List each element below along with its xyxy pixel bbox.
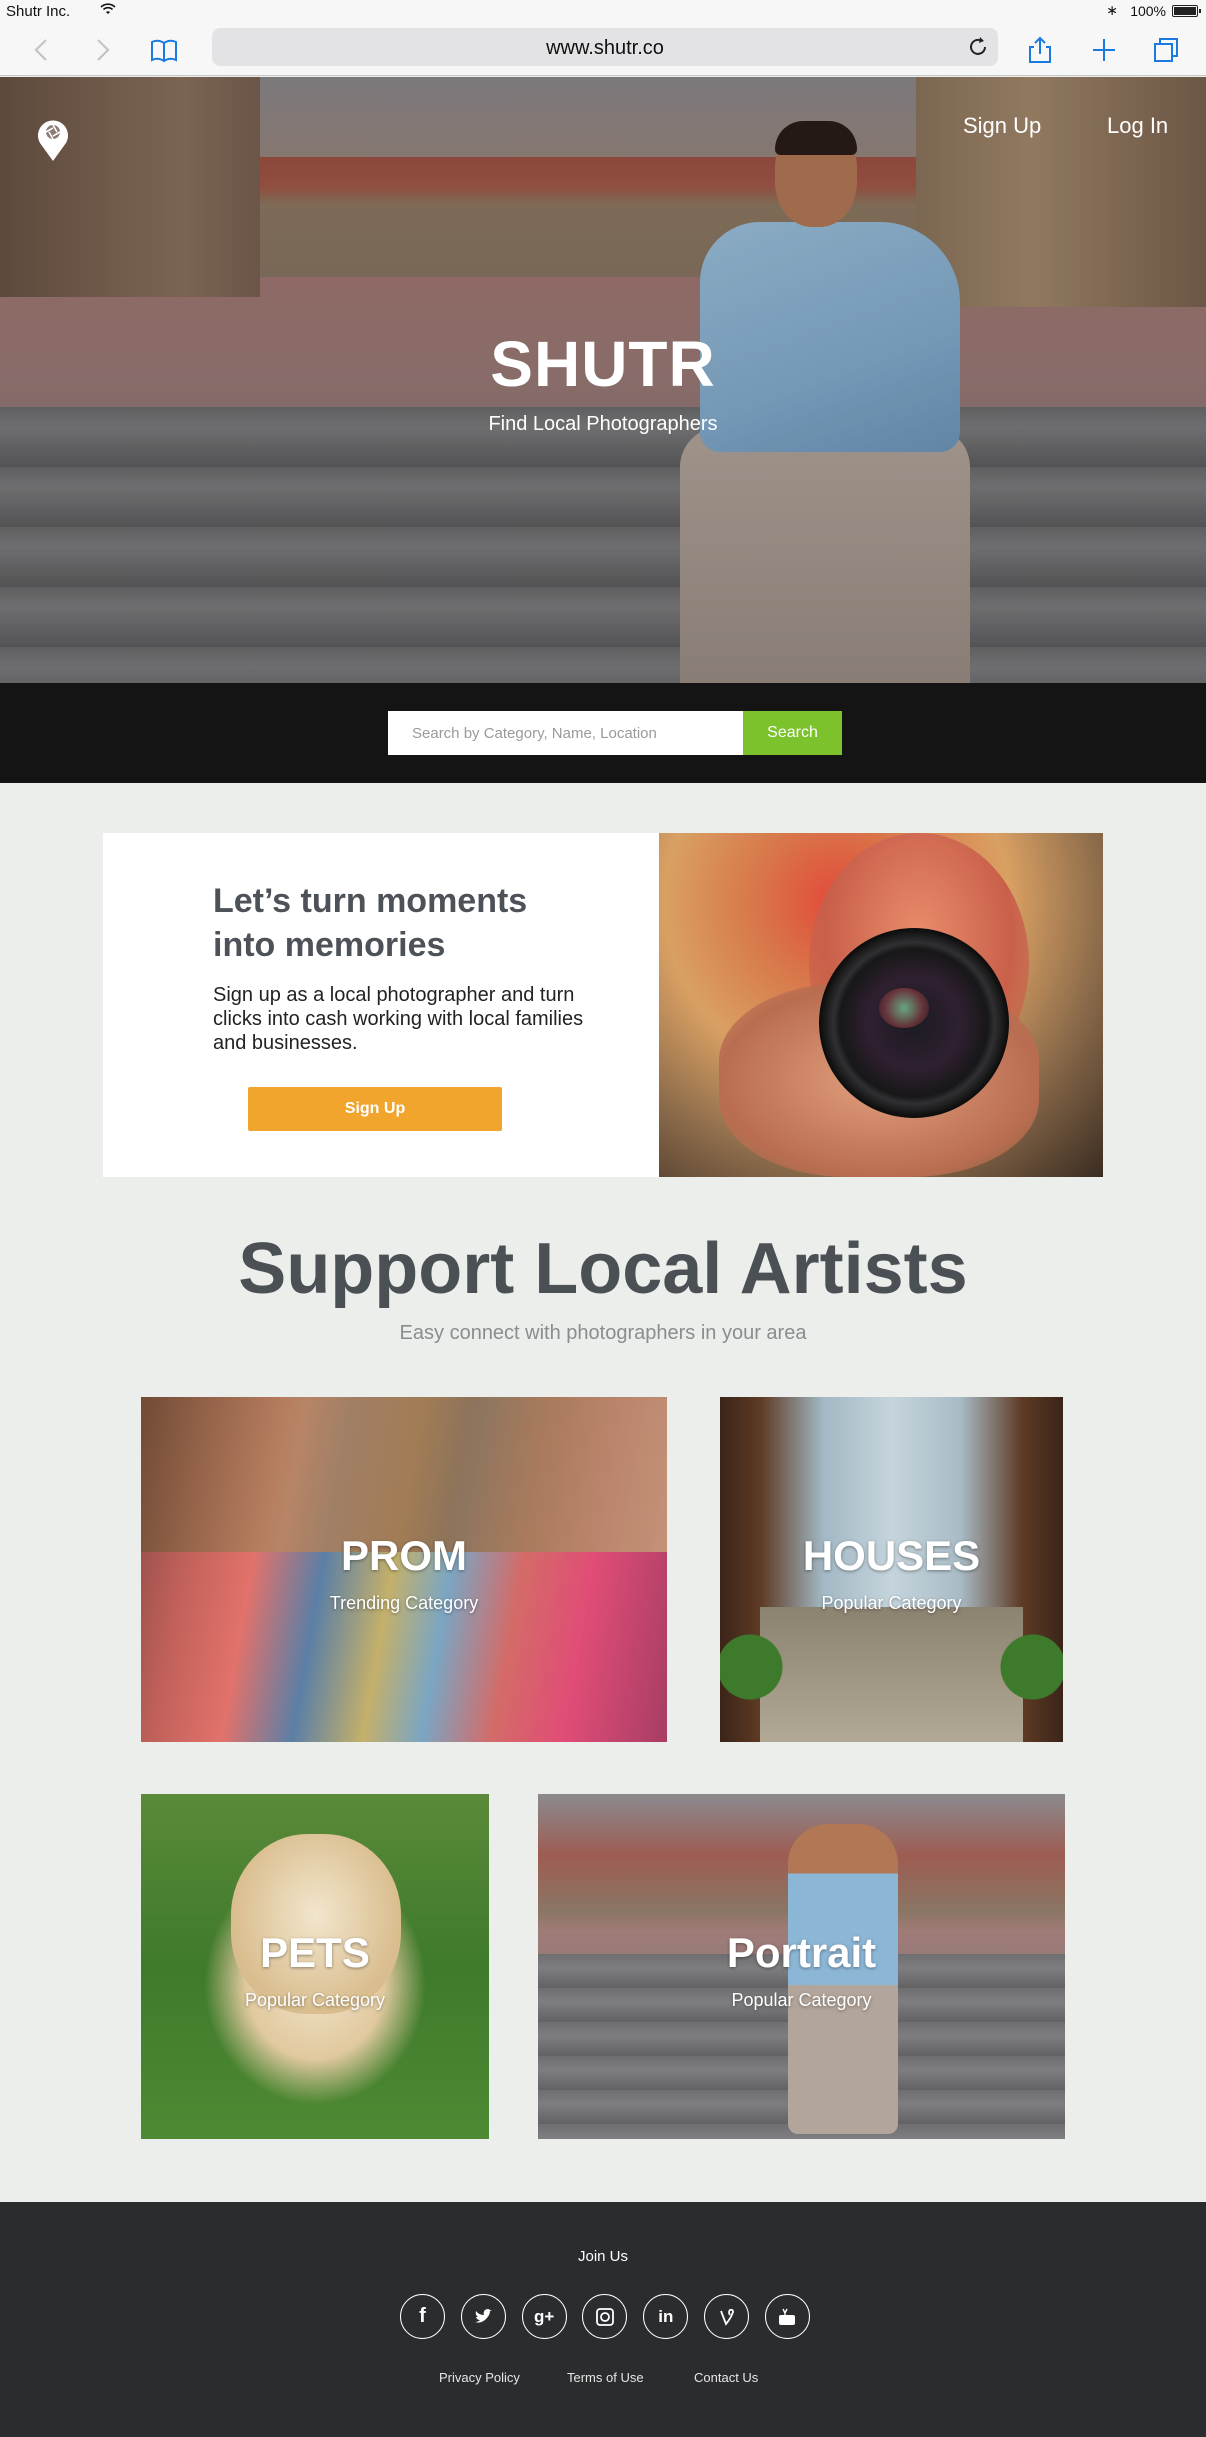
category-name: HOUSES [802,1532,981,1579]
address-bar[interactable]: www.shutr.co [212,28,998,66]
forward-icon[interactable] [84,32,120,68]
category-label: Trending Category [329,1593,479,1613]
reload-icon[interactable] [966,35,990,59]
hero-subtitle: Find Local Photographers [488,413,718,435]
bluetooth-icon: ∗ [1106,2,1118,18]
browser-toolbar: www.shutr.co [0,24,1206,76]
nav-signup-link[interactable]: Sign Up [963,113,1041,139]
carrier-name: Shutr Inc. [6,3,71,20]
hero-section: Sign Up Log In SHUTR Find Local Photogra… [0,77,1206,783]
join-us-heading: Join Us [577,2248,629,2265]
twitter-icon[interactable] [460,2294,506,2339]
youtube-icon[interactable] [764,2294,810,2339]
share-icon[interactable] [1022,32,1058,68]
facebook-icon[interactable]: f [400,2294,445,2339]
shutr-logo-icon[interactable] [36,115,70,161]
category-label: Popular Category [731,1990,872,2010]
photographer-signup-card: Let’s turn moments into memories Sign up… [103,833,1103,1177]
new-tab-icon[interactable] [1086,32,1122,68]
category-name: PETS [260,1929,370,1976]
battery-percent: 100% [1130,3,1166,19]
nav-login-link[interactable]: Log In [1107,113,1168,139]
category-name: PROM [341,1532,467,1579]
category-card-prom[interactable]: PROM Trending Category [141,1397,667,1742]
linkedin-icon[interactable]: in [643,2294,689,2339]
status-bar: Shutr Inc. ∗ 100% [0,0,1206,24]
google-plus-icon[interactable]: g+ [521,2294,567,2339]
social-links: f g+ in [400,2294,810,2340]
promo-signup-button[interactable]: Sign Up [248,1087,502,1131]
category-label: Popular Category [821,1593,962,1613]
tabs-icon[interactable] [1148,32,1184,68]
category-card-portrait[interactable]: Portrait Popular Category [538,1794,1065,2139]
category-name: Portrait [726,1929,877,1976]
category-card-houses[interactable]: HOUSES Popular Category [720,1397,1063,1742]
hero-title: SHUTR [490,328,716,400]
camera-lens-image [819,928,1009,1118]
vine-icon[interactable] [704,2294,750,2339]
back-icon[interactable] [24,32,60,68]
terms-of-use-link[interactable]: Terms of Use [567,2370,644,2385]
contact-us-link[interactable]: Contact Us [694,2370,758,2385]
footer: Join Us f g+ in Privacy Policy Terms of … [0,2202,1206,2437]
category-card-pets[interactable]: PETS Popular Category [141,1794,489,2139]
bookmarks-icon[interactable] [146,32,182,68]
wifi-icon [100,3,116,14]
promo-title: Let’s turn moments into memories [213,882,528,964]
url-text: www.shutr.co [546,37,664,59]
photographer-photo [659,833,1103,1177]
privacy-policy-link[interactable]: Privacy Policy [439,2370,520,2385]
support-title: Support Local Artists [238,1229,968,1309]
search-form: Search [388,711,842,755]
battery-icon [1172,5,1201,17]
search-input[interactable] [388,711,743,755]
category-label: Popular Category [244,1990,386,2010]
support-subtitle: Easy connect with photographers in your … [399,1322,807,1344]
promo-text: Sign up as a local photographer and turn… [213,984,584,1054]
search-button[interactable]: Search [743,711,842,755]
instagram-icon[interactable] [582,2294,628,2339]
